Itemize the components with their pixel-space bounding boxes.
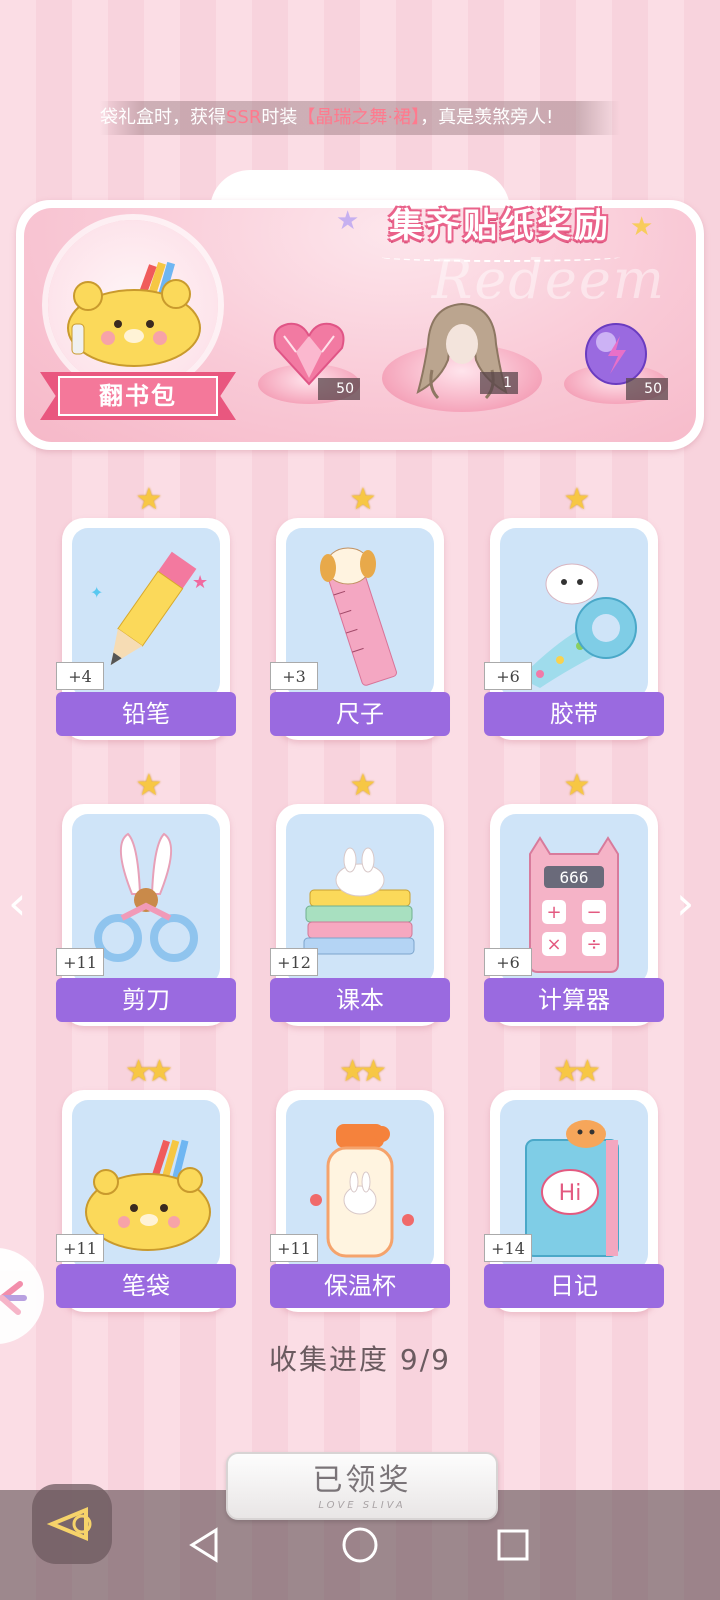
collection-progress: 收集进度 9/9 (0, 1338, 720, 1378)
marquee-prefix: 袋礼盒时，获得 (100, 107, 226, 128)
claimed-reward-button[interactable]: 已领奖 LOVE SLIVA (226, 1452, 498, 1520)
sticker-label: 日记 (484, 1264, 664, 1308)
marquee-item: 【晶瑞之舞·裙】 (297, 107, 421, 128)
card-stars: ★★ (553, 1054, 601, 1089)
svg-text:★: ★ (192, 572, 208, 593)
system-back-button[interactable] (180, 1520, 230, 1570)
sticker-count: +6 (484, 662, 532, 690)
claimed-sublabel: LOVE SLIVA (318, 1500, 406, 1511)
card-stars: ★ (349, 482, 377, 517)
petal-icon (0, 1281, 27, 1315)
star-decoration-left-icon: ★ (336, 206, 360, 236)
sticker-count: +11 (56, 948, 104, 976)
triangle-back-icon (189, 1527, 218, 1563)
sticker-count: +11 (270, 1234, 318, 1262)
sticker-label: 剪刀 (56, 978, 236, 1022)
sticker-card-thermos[interactable]: ★★ +11 保温杯 (270, 1054, 450, 1312)
floating-side-tab[interactable] (0, 1248, 44, 1344)
sticker-card-calculator[interactable]: ★ 666 + − × ÷ +6 计算器 (484, 768, 664, 1026)
svg-text:✦: ✦ (90, 583, 103, 602)
sticker-count: +12 (270, 948, 318, 976)
reward-count: 1 (480, 372, 518, 394)
reward-panel-title: 集齐贴纸奖励 (389, 206, 611, 246)
card-stars: ★★ (125, 1054, 173, 1089)
sticker-card-ruler[interactable]: ★ +3 尺子 (270, 482, 450, 740)
sticker-label: 尺子 (270, 692, 450, 736)
svg-text:÷: ÷ (586, 934, 601, 955)
svg-text:−: − (586, 902, 601, 923)
sticker-card-pencil[interactable]: ★ ✦ ★ +4 铅笔 (56, 482, 236, 740)
sticker-card-scissors[interactable]: ★ +11 剪刀 (56, 768, 236, 1026)
card-stars: ★ (135, 768, 163, 803)
reward-count: 50 (626, 378, 668, 400)
circle-home-icon (342, 1527, 378, 1563)
sticker-count: +3 (270, 662, 318, 690)
announcement-marquee: 袋礼盒时，获得SSR时装【晶瑞之舞·裙】，真是羡煞旁人! (100, 101, 620, 135)
game-back-button[interactable] (32, 1484, 112, 1564)
sticker-count: +6 (484, 948, 532, 976)
open-schoolbag-banner[interactable]: 翻书包 (40, 372, 236, 420)
card-stars: ★ (563, 482, 591, 517)
sticker-label: 胶带 (484, 692, 664, 736)
title-underline (380, 252, 620, 262)
sticker-label: 铅笔 (56, 692, 236, 736)
pencil-case-icon (67, 261, 201, 367)
back-arrow-icon (46, 1507, 92, 1541)
next-page-chevron-right-icon[interactable]: › (676, 876, 694, 930)
svg-text:+: + (546, 902, 561, 923)
progress-label: 收集进度 (269, 1343, 390, 1376)
marquee-rarity: SSR (226, 107, 262, 128)
reward-count: 50 (318, 378, 360, 400)
open-schoolbag-label: 翻书包 (99, 382, 177, 410)
system-recents-button[interactable] (488, 1520, 538, 1570)
sticker-count: +11 (56, 1234, 104, 1262)
square-recents-icon (497, 1529, 529, 1561)
calculator-display: 666 (560, 868, 589, 887)
card-stars: ★ (563, 768, 591, 803)
sticker-count: +4 (56, 662, 104, 690)
open-schoolbag-button[interactable] (48, 220, 218, 390)
prev-page-chevron-left-icon[interactable]: ‹ (8, 876, 26, 930)
star-decoration-right-icon: ★ (630, 212, 654, 242)
diary-cover-text: Hi (559, 1181, 582, 1206)
sticker-card-books[interactable]: ★ +12 课本 (270, 768, 450, 1026)
sticker-label: 笔袋 (56, 1264, 236, 1308)
marquee-suffix: ，真是羡煞旁人! (420, 107, 554, 128)
sticker-count: +14 (484, 1234, 532, 1262)
card-stars: ★ (349, 768, 377, 803)
svg-text:×: × (546, 934, 561, 955)
sticker-card-pencil-case[interactable]: ★★ +11 笔袋 (56, 1054, 236, 1312)
progress-value: 9/9 (399, 1343, 451, 1376)
sticker-label: 计算器 (484, 978, 664, 1022)
sticker-label: 课本 (270, 978, 450, 1022)
sticker-label: 保温杯 (270, 1264, 450, 1308)
system-home-button[interactable] (335, 1520, 385, 1570)
marquee-mid: 时装 (261, 107, 298, 128)
sticker-card-tape[interactable]: ★ +6 胶带 (484, 482, 664, 740)
card-stars: ★★ (339, 1054, 387, 1089)
card-stars: ★ (135, 482, 163, 517)
sticker-card-diary[interactable]: ★★ Hi +14 日记 (484, 1054, 664, 1312)
